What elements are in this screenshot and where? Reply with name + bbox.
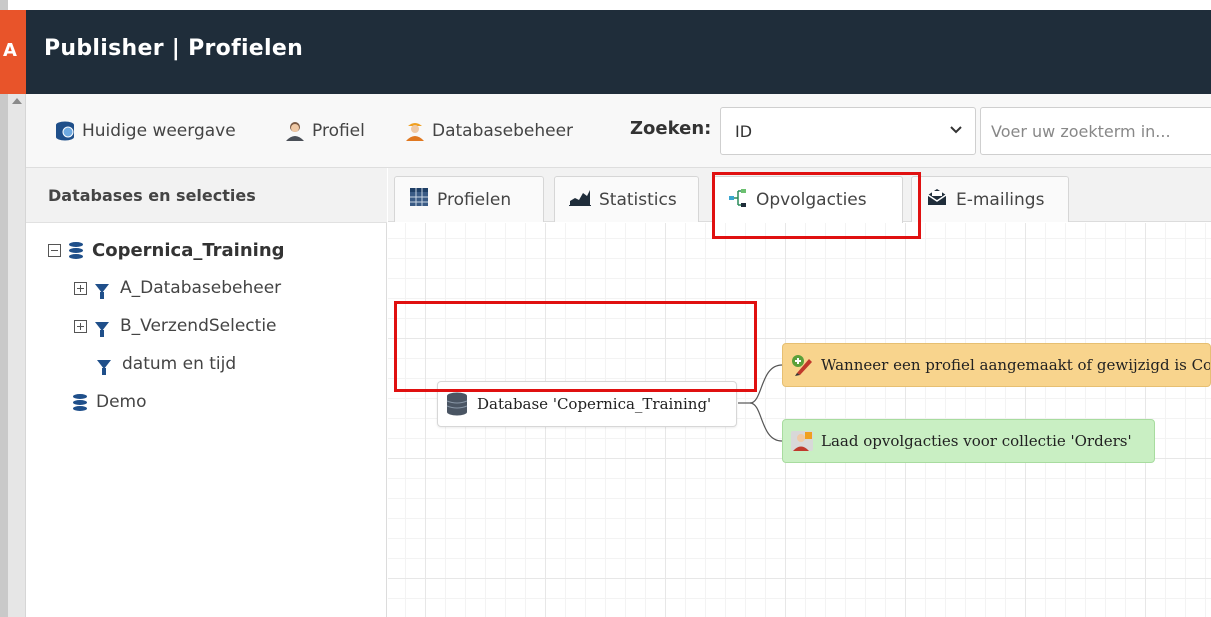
tab-label: E-mailings	[956, 189, 1045, 210]
grid-icon	[409, 187, 429, 212]
sidebar-title: Databases en selecties	[48, 186, 256, 205]
tab-label: Opvolgacties	[756, 190, 867, 210]
expand-icon[interactable]	[74, 281, 87, 295]
tree-item-label: B_VerzendSelectie	[120, 316, 277, 336]
tree-item-label: Demo	[96, 392, 147, 412]
flow-icon	[728, 188, 748, 213]
search-field-select[interactable]: ID	[720, 107, 976, 155]
filter-icon	[97, 359, 111, 375]
tab-e-mailings[interactable]: E-mailings	[911, 176, 1069, 222]
tab-profielen[interactable]: Profielen	[394, 176, 544, 222]
search-input[interactable]: Voer uw zoekterm in...	[980, 107, 1211, 155]
tree-item-label: Copernica_Training	[92, 239, 285, 261]
chevron-down-icon	[949, 121, 963, 140]
toolbar: Huidige weergave Profiel Databasebeheer …	[26, 94, 1211, 168]
trigger-node[interactable]: Wanneer een profiel aangemaakt of gewijz…	[782, 343, 1211, 387]
current-view-label: Huidige weergave	[82, 121, 236, 141]
database-icon	[446, 392, 468, 416]
sidebar-header: Databases en selecties	[26, 168, 387, 223]
tab-label: Statistics	[599, 189, 677, 210]
collection-icon	[789, 429, 815, 453]
filter-icon	[95, 283, 109, 299]
tree-item-a-databasebeheer[interactable]: A_Databasebeheer	[74, 276, 281, 300]
tab-opvolgacties[interactable]: Opvolgacties	[713, 176, 903, 223]
tree-item-copernica-training[interactable]: Copernica_Training	[48, 238, 285, 262]
database-view-icon	[54, 120, 76, 142]
profile-label: Profiel	[312, 121, 365, 141]
database-node-label: Database 'Copernica_Training'	[477, 395, 712, 413]
top-strip	[8, 0, 1211, 10]
tree-item-label: datum en tijd	[122, 354, 237, 374]
envelope-icon	[926, 188, 948, 211]
page-scrollbar[interactable]	[8, 94, 26, 617]
worker-icon	[404, 120, 426, 142]
database-icon	[69, 241, 83, 259]
filter-icon	[95, 321, 109, 337]
scroll-up-icon[interactable]	[12, 98, 22, 104]
current-view-button[interactable]: Huidige weergave	[54, 118, 236, 144]
load-node[interactable]: Laad opvolgacties voor collectie 'Orders…	[782, 419, 1155, 463]
profile-button[interactable]: Profiel	[284, 118, 365, 144]
tab-label: Profielen	[437, 189, 512, 210]
expand-icon[interactable]	[74, 319, 87, 333]
database-admin-label: Databasebeheer	[432, 121, 574, 141]
load-node-label: Laad opvolgacties voor collectie 'Orders…	[821, 432, 1132, 450]
person-icon	[284, 120, 306, 142]
search-field-value: ID	[735, 122, 753, 141]
edit-trigger-icon	[789, 353, 815, 377]
tree-item-demo[interactable]: Demo	[73, 390, 147, 414]
area-chart-icon	[569, 188, 591, 211]
sidebar: Databases en selecties Copernica_Trainin…	[26, 168, 387, 617]
tab-bar: Profielen Statistics Opvolgacties E-mail…	[388, 168, 1211, 223]
database-admin-button[interactable]: Databasebeheer	[404, 118, 573, 144]
tree-item-b-verzendselectie[interactable]: B_VerzendSelectie	[74, 314, 277, 338]
tree-item-label: A_Databasebeheer	[120, 278, 282, 298]
logo-mark: A	[0, 10, 26, 94]
search-label: Zoeken:	[630, 118, 712, 139]
database-icon	[73, 393, 87, 411]
app-header: A Publisher | Profielen	[0, 10, 1211, 94]
search-placeholder: Voer uw zoekterm in...	[991, 122, 1171, 141]
page-title: Publisher | Profielen	[44, 36, 304, 61]
database-node[interactable]: Database 'Copernica_Training'	[437, 381, 737, 427]
tree-item-datum-en-tijd[interactable]: datum en tijd	[97, 352, 236, 376]
main-panel: Profielen Statistics Opvolgacties E-mail…	[388, 168, 1211, 617]
tab-statistics[interactable]: Statistics	[554, 176, 699, 222]
trigger-node-label: Wanneer een profiel aangemaakt of gewijz…	[821, 356, 1211, 374]
flow-canvas[interactable]: Database 'Copernica_Training' Wanneer ee…	[388, 223, 1211, 617]
collapse-icon[interactable]	[48, 243, 61, 257]
